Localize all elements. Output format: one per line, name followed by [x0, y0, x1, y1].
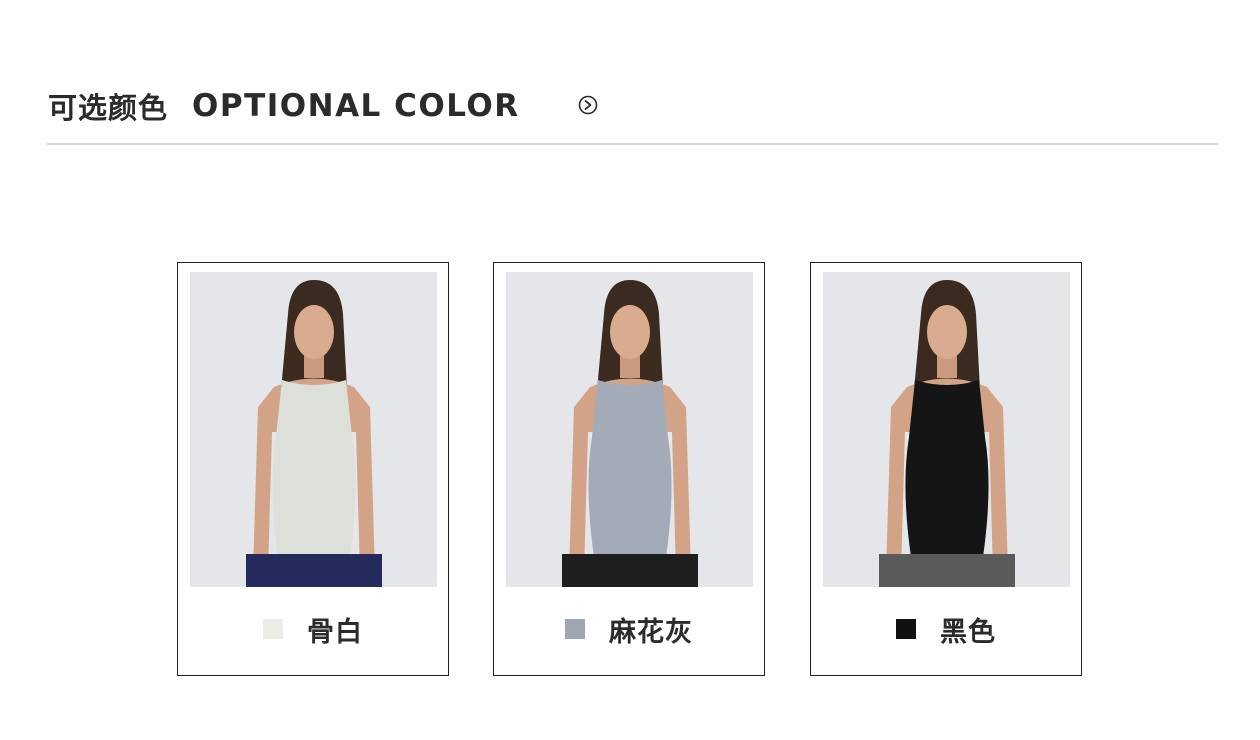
- color-label-row: 麻花灰: [494, 609, 764, 649]
- section-header: 可选颜色 OPTIONAL COLOR: [48, 84, 520, 128]
- color-card-heather-gray[interactable]: 麻花灰: [493, 262, 765, 676]
- product-photo: [190, 272, 437, 587]
- color-name: 骨白: [307, 616, 363, 648]
- color-swatch: [896, 619, 916, 639]
- product-photo: [823, 272, 1070, 587]
- section-title-en: OPTIONAL COLOR: [192, 88, 520, 124]
- color-card-bone-white[interactable]: 骨白: [177, 262, 449, 676]
- color-label-row: 骨白: [178, 609, 448, 649]
- header-divider: [47, 143, 1218, 145]
- product-photo: [506, 272, 753, 587]
- color-name: 黑色: [940, 616, 996, 648]
- color-card-black[interactable]: 黑色: [810, 262, 1082, 676]
- color-swatch: [565, 619, 585, 639]
- color-label-row: 黑色: [811, 609, 1081, 649]
- color-swatch: [263, 619, 283, 639]
- circle-arrow-right-icon[interactable]: [578, 95, 598, 115]
- color-name: 麻花灰: [609, 616, 693, 648]
- section-title-cn: 可选颜色: [48, 91, 169, 125]
